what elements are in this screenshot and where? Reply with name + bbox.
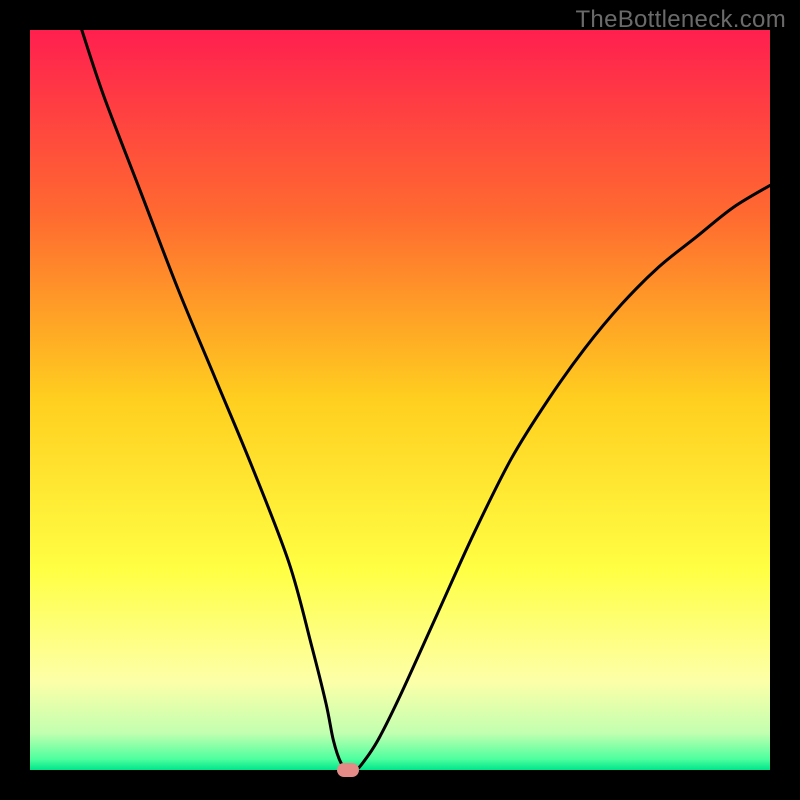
chart-background xyxy=(30,30,770,770)
chart-svg xyxy=(30,30,770,770)
plot-inner xyxy=(30,30,770,770)
watermark-text: TheBottleneck.com xyxy=(575,6,786,34)
min-marker xyxy=(337,763,359,777)
chart-frame: TheBottleneck.com xyxy=(0,0,800,800)
plot-area xyxy=(30,30,770,770)
